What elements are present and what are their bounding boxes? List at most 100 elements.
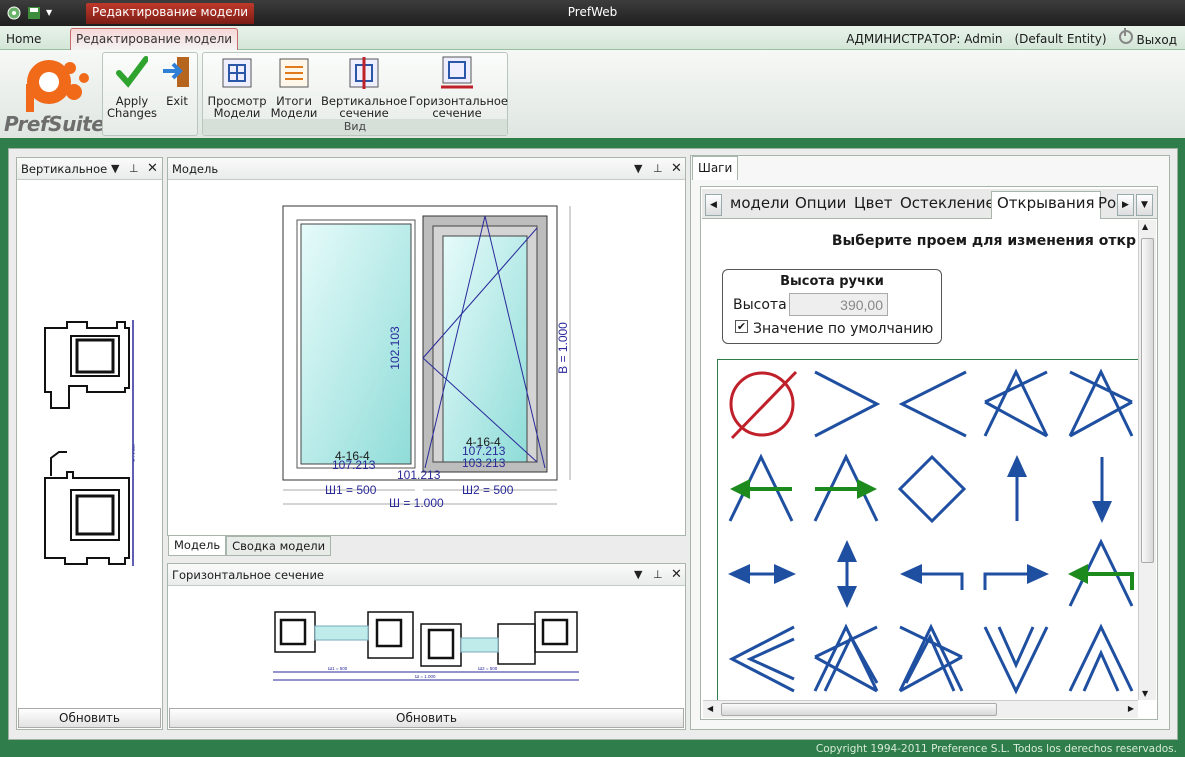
handle-height-title: Высота ручки [780,274,884,289]
opening-tilt-turn-left-icon[interactable] [1066,368,1140,448]
pin-icon[interactable]: ⊥ [129,158,139,180]
panel-menu-icon[interactable]: ▼ [634,158,642,180]
opening-right-hinge-icon[interactable] [811,368,891,448]
prefsuite-logo: PrefSuite [4,54,105,136]
pin-icon[interactable]: ⊥ [653,564,663,586]
opening-awning-double-icon[interactable] [1066,623,1140,701]
handle-height-group: Высота ручки Высота ✔ Значение по умолча… [722,269,942,344]
close-icon[interactable]: ✕ [147,158,158,180]
steps-vertical-scrollbar[interactable]: ▲ ▼ [1138,220,1156,700]
h-width-total-dimension: Ш = 1.000 [415,674,436,679]
opening-slide-up-icon[interactable] [981,453,1061,533]
tab-edit-model[interactable]: Редактирование модели [70,28,239,51]
subtabs-scroll-right-icon[interactable]: ▶ [1117,194,1134,216]
subtabs-scroll-left-icon[interactable]: ◀ [705,194,722,216]
window-model-drawing[interactable]: 4-16-4 107.213 4-16-4 107.213 103.213 10… [273,198,573,516]
subtab-options[interactable]: Опции [795,194,846,212]
vert-label-2: сечение [339,106,389,120]
logout-button[interactable]: Выход [1118,28,1177,47]
steps-horizontal-scrollbar[interactable]: ◀ ▶ [703,700,1138,718]
model-totals-button[interactable]: Итоги Модели [269,55,319,119]
ribbon-group-view: Просмотр Модели Итоги Модели Вертикально… [202,52,508,136]
opening-tilt-turn-right-icon[interactable] [981,368,1061,448]
opening-double-tilt-left-icon[interactable] [896,623,976,701]
model-panel-title: Модель [172,162,219,176]
vertical-scroll-thumb[interactable] [1141,238,1154,563]
tab-model-summary[interactable]: Сводка модели [226,536,332,556]
height-dimension: В = 1.000 [556,322,570,374]
model-panel-header: Модель ▼ ⊥ ✕ [168,158,685,180]
vertical-dimension-label: B = 1.000 [131,444,136,462]
height-label: Высота [733,297,787,313]
opening-slide-down-icon[interactable] [1066,453,1140,533]
subtab-ro[interactable]: Ро [1098,194,1116,212]
app-title: PrefWeb [567,5,618,19]
vertical-dim-text: B = 1.000 [131,444,136,462]
opening-lift-slide-left-icon[interactable] [896,538,976,618]
subtab-model[interactable]: модели [730,194,789,212]
subtab-color[interactable]: Цвет [854,194,892,212]
width-total-dimension: Ш = 1.000 [389,496,444,510]
panel-menu-icon[interactable]: ▼ [634,564,642,586]
mullion-code: 102.103 [388,326,402,370]
scroll-right-icon[interactable]: ▶ [1128,704,1134,713]
steps-subtab-bar: ◀ модели Опции Цвет Остекление Открывани… [702,189,1157,219]
width-2-dimension: Ш2 = 500 [462,483,514,497]
user-info: АДМИНИСТРАТОР: Admin (Default Entity) Вы… [846,28,1177,47]
apply-changes-button[interactable]: Apply Changes [107,55,157,119]
tab-steps[interactable]: Шаги [692,156,739,180]
tab-home[interactable]: Home [6,32,41,46]
close-icon[interactable]: ✕ [671,158,682,180]
default-value-label: Значение по умолчанию [753,321,934,337]
horizontal-profile-drawing: Ш1 = 500 Ш2 = 500 Ш = 1.000 [273,611,579,681]
subtab-glazing[interactable]: Остекление [900,194,995,212]
opening-none-icon[interactable] [726,368,806,448]
scroll-up-icon[interactable]: ▲ [1142,222,1148,231]
power-icon [1118,28,1133,44]
group-label-view: Вид [203,119,507,135]
vertical-profile-drawing [44,320,134,566]
vertical-section-button[interactable]: Вертикальное сечение [321,55,407,119]
tab-model[interactable]: Модель [168,536,227,556]
horizontal-section-button[interactable]: Горизонтальное сечение [409,55,508,119]
horizontal-refresh-button[interactable]: Обновить [169,708,684,728]
default-value-checkbox[interactable]: ✔ [735,320,748,333]
panel-menu-icon[interactable]: ▼ [111,158,119,180]
opening-double-left-icon[interactable] [726,623,806,701]
close-icon[interactable]: ✕ [671,564,682,586]
ribbon: PrefSuite Apply Changes Exit Просмотр Мо… [0,50,1185,140]
opening-lift-slide-right-icon[interactable] [981,538,1061,618]
opening-left-hinge-icon[interactable] [896,368,976,448]
exit-label: Exit [166,94,188,108]
opening-pivot-diamond-icon[interactable] [896,453,976,533]
scroll-left-icon[interactable]: ◀ [707,704,713,713]
vertical-section-panel: Вертикальное ▼ ⊥ ✕ B = 1.000 Обновить [16,157,163,730]
ribbon-group-actions: Apply Changes Exit [102,52,198,136]
opening-tilt-slide-left-icon[interactable] [1066,538,1140,618]
vertical-refresh-button[interactable]: Обновить [18,708,161,728]
h-width-2-dimension: Ш2 = 500 [478,666,498,671]
exit-button[interactable]: Exit [159,55,195,107]
view-model-button[interactable]: Просмотр Модели [207,55,267,119]
horizontal-section-icon [441,56,473,89]
opening-slide-up-down-icon[interactable] [811,538,891,618]
opening-tilt-green-left-icon[interactable] [726,453,806,533]
user-entity: (Default Entity) [1014,31,1107,46]
opening-slide-left-right-icon[interactable] [726,538,806,618]
steps-heading: Выберите проем для изменения откр [831,233,1136,249]
copyright-text: Copyright 1994-2011 Preference S.L. Todo… [815,743,1177,755]
ribbon-tab-bar: Home Редактирование модели АДМИНИСТРАТОР… [0,26,1185,51]
horizontal-scroll-thumb[interactable] [721,703,997,716]
scroll-down-icon[interactable]: ▼ [1142,689,1148,698]
opening-types-grid [717,359,1140,701]
check-icon [116,56,149,88]
opening-double-tilt-right-icon[interactable] [811,623,891,701]
opening-tilt-green-right-icon[interactable] [811,453,891,533]
height-input[interactable] [789,293,888,316]
subtabs-menu-icon[interactable]: ▼ [1136,194,1153,216]
subtab-openings[interactable]: Открывания [991,191,1101,219]
opening-hopper-double-icon[interactable] [981,623,1061,701]
logo-wordmark: PrefSuite [4,112,105,136]
horizontal-panel-header: Горизонтальное сечение ▼ ⊥ ✕ [168,564,685,586]
pin-icon[interactable]: ⊥ [653,158,663,180]
